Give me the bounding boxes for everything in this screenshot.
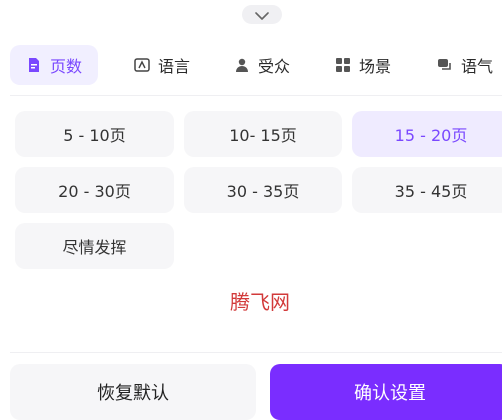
option-5-10[interactable]: 5 - 10页 bbox=[15, 111, 174, 157]
divider bbox=[10, 95, 502, 96]
option-30-35[interactable]: 30 - 35页 bbox=[184, 167, 342, 213]
settings-tabs: 页数 语言 受众 场景 语气 bbox=[10, 45, 502, 85]
tab-scene[interactable]: 场景 bbox=[335, 45, 391, 85]
document-icon bbox=[26, 57, 42, 73]
tab-language[interactable]: 语言 bbox=[134, 45, 190, 85]
reset-button[interactable]: 恢复默认 bbox=[10, 364, 256, 420]
confirm-button[interactable]: 确认设置 bbox=[270, 364, 502, 420]
divider bbox=[10, 352, 502, 353]
tab-audience[interactable]: 受众 bbox=[234, 45, 290, 85]
person-icon bbox=[234, 57, 250, 73]
watermark-text: 腾飞网 bbox=[230, 290, 290, 314]
chat-icon bbox=[437, 57, 453, 73]
tab-label: 页数 bbox=[50, 57, 83, 76]
tab-label: 语气 bbox=[461, 57, 494, 76]
option-20-30[interactable]: 20 - 30页 bbox=[15, 167, 174, 213]
chevron-down-icon bbox=[255, 5, 269, 24]
option-unlimited[interactable]: 尽情发挥 bbox=[15, 223, 174, 269]
collapse-handle[interactable] bbox=[242, 5, 282, 24]
language-icon bbox=[134, 57, 150, 73]
tab-label: 场景 bbox=[359, 57, 392, 76]
option-10-15[interactable]: 10- 15页 bbox=[184, 111, 342, 157]
tab-pages[interactable]: 页数 bbox=[10, 45, 99, 85]
option-35-45[interactable]: 35 - 45页 bbox=[352, 167, 502, 213]
tab-label: 语言 bbox=[158, 57, 191, 76]
tab-label: 受众 bbox=[258, 57, 291, 76]
grid-icon bbox=[335, 57, 351, 73]
tab-tone[interactable]: 语气 bbox=[437, 45, 493, 85]
option-15-20[interactable]: 15 - 20页 bbox=[352, 111, 502, 157]
